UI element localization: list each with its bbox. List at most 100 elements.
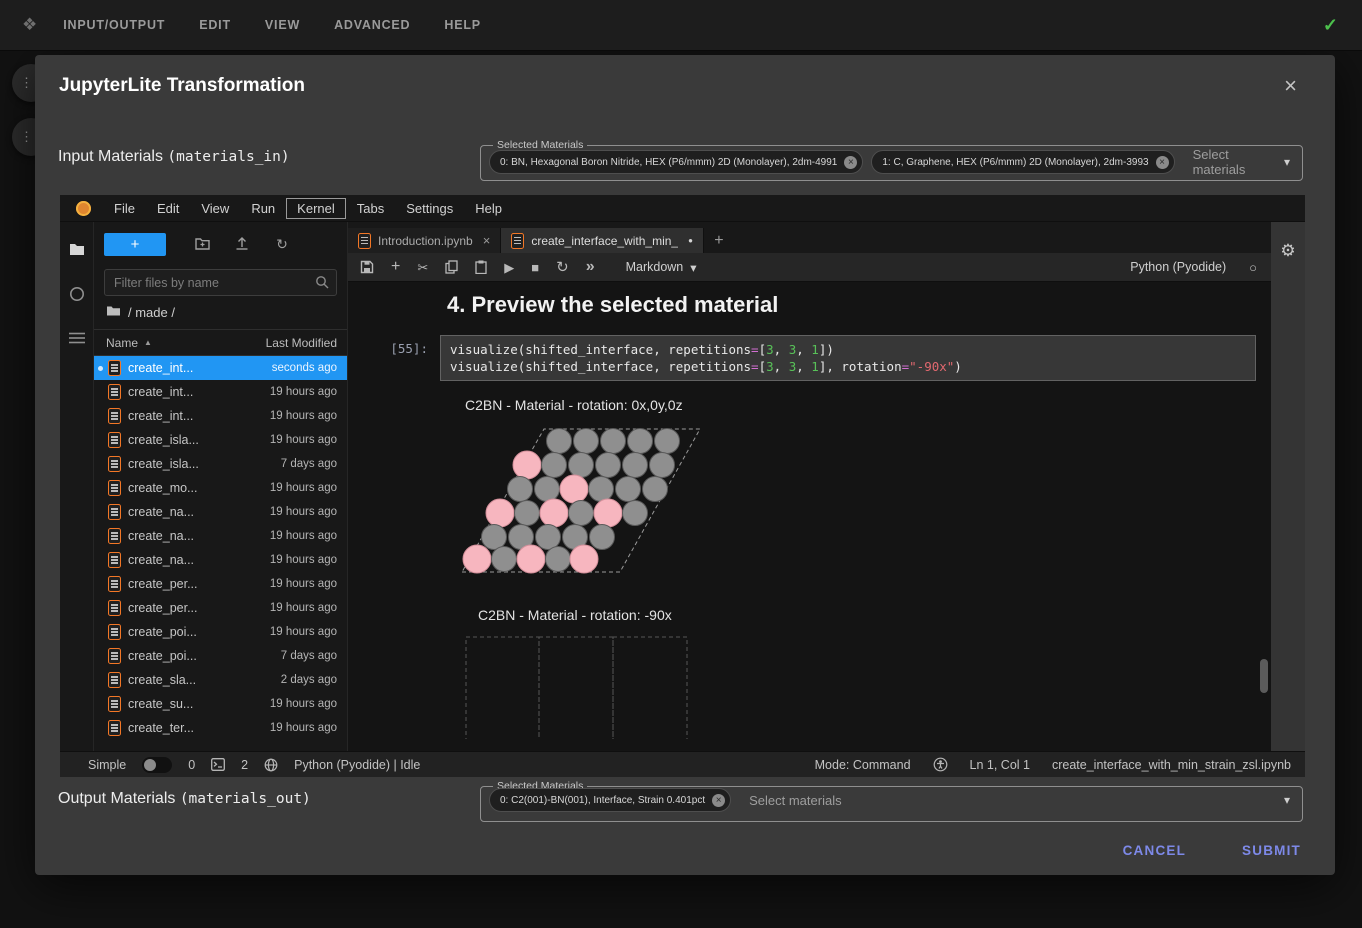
jp-menu-run[interactable]: Run [240,198,286,219]
simple-mode-toggle[interactable] [142,757,172,773]
chip-delete-icon[interactable]: × [712,794,725,807]
atom-gray [623,453,648,478]
chevron-down-icon[interactable]: ▾ [1284,793,1290,807]
file-row[interactable]: create_isla...19 hours ago [94,428,347,452]
home-folder-icon[interactable] [106,305,121,320]
input-materials-select[interactable]: Selected Materials 0: BN, Hexagonal Boro… [480,139,1303,181]
jp-menu-kernel[interactable]: Kernel [286,198,346,219]
paste-cell-icon[interactable] [475,260,487,274]
notebook-file-icon [108,456,121,472]
file-name: create_na... [128,505,263,519]
file-name: create_isla... [128,457,274,471]
file-browser: + ↻ [94,222,348,751]
jp-menu-edit[interactable]: Edit [146,198,190,219]
file-row[interactable]: create_int...19 hours ago [94,404,347,428]
file-row[interactable]: create_per...19 hours ago [94,596,347,620]
table-of-contents-icon[interactable] [69,332,85,344]
file-row[interactable]: create_sla...2 days ago [94,668,347,692]
topbar-menu-advanced[interactable]: ADVANCED [334,18,410,32]
filter-files-input[interactable] [104,269,337,296]
run-cell-icon[interactable]: ▶ [504,261,514,274]
file-row[interactable]: create_na...19 hours ago [94,524,347,548]
jp-menu-tabs[interactable]: Tabs [346,198,395,219]
file-row[interactable]: create_mo...19 hours ago [94,476,347,500]
topbar-menu-view[interactable]: VIEW [265,18,300,32]
column-header-modified[interactable]: Last Modified [266,336,337,350]
output-materials-select[interactable]: Selected Materials 0: C2(001)-BN(001), I… [480,780,1303,822]
close-icon[interactable]: × [1282,73,1299,99]
file-modified: 19 hours ago [270,698,337,710]
file-row[interactable]: create_ter...19 hours ago [94,716,347,740]
scrollbar-thumb[interactable] [1260,659,1268,693]
dialog-footer: CANCEL SUBMIT [1117,842,1307,859]
app-logo-icon[interactable]: ❖ [22,15,37,35]
new-launcher-button[interactable]: + [104,233,166,256]
file-row[interactable]: create_poi...7 days ago [94,644,347,668]
atom-gray [601,429,626,454]
material-chip-label: 0: BN, Hexagonal Boron Nitride, HEX (P6/… [500,157,837,168]
command-mode-label[interactable]: Mode: Command [815,758,911,772]
jp-menu-file[interactable]: File [103,198,146,219]
insert-cell-icon[interactable]: + [391,259,400,275]
material-chip: 0: C2(001)-BN(001), Interface, Strain 0.… [489,788,731,812]
column-header-name[interactable]: Name ▲ [106,336,266,350]
code-cell[interactable]: visualize(shifted_interface, repetitions… [440,335,1256,381]
editor-tab[interactable]: Introduction.ipynb× [348,228,501,253]
editor-tab[interactable]: create_interface_with_min_● [501,228,704,253]
file-browser-icon[interactable] [69,242,85,256]
breadcrumb[interactable]: / made / [94,296,347,329]
atom-gray [628,429,653,454]
file-row[interactable]: create_su...19 hours ago [94,692,347,716]
jp-menu-view[interactable]: View [190,198,240,219]
cursor-position[interactable]: Ln 1, Col 1 [970,758,1030,772]
file-name: create_sla... [128,673,274,687]
jp-menu-help[interactable]: Help [464,198,513,219]
running-kernels-icon[interactable] [69,286,85,302]
file-row[interactable]: create_isla...7 days ago [94,452,347,476]
topbar-menu-help[interactable]: HELP [444,18,481,32]
cancel-button[interactable]: CANCEL [1117,842,1192,859]
new-folder-icon[interactable] [182,237,222,252]
upload-icon[interactable] [222,236,262,252]
file-row[interactable]: create_per...19 hours ago [94,572,347,596]
markdown-heading[interactable]: 4. Preview the selected material [447,292,1271,318]
cut-cell-icon[interactable]: ✂ [417,261,428,274]
refresh-icon[interactable]: ↻ [262,237,302,251]
chip-delete-icon[interactable]: × [1156,156,1169,169]
kernels-count[interactable]: 2 [241,758,248,772]
jp-menu-settings[interactable]: Settings [395,198,464,219]
chevron-down-icon[interactable]: ▾ [1284,155,1290,169]
settings-gear-icon[interactable]: ⚙ [1280,242,1295,259]
restart-run-all-icon[interactable]: » [586,259,595,275]
terminals-count[interactable]: 0 [188,758,195,772]
code-editor[interactable]: visualize(shifted_interface, repetitions… [450,341,1246,375]
unsaved-indicator-dot: ● [688,236,693,245]
topbar-menu-input-output[interactable]: INPUT/OUTPUT [63,18,165,32]
globe-icon [264,758,278,772]
file-name: create_mo... [128,481,263,495]
jupyterlab-panel: FileEditViewRunKernelTabsSettingsHelp [60,195,1305,777]
atom-pink [560,475,588,503]
file-row[interactable]: create_poi...19 hours ago [94,620,347,644]
copy-cell-icon[interactable] [445,260,458,274]
stop-kernel-icon[interactable]: ■ [531,261,539,274]
notebook-file-icon [108,720,121,736]
tab-close-icon[interactable]: × [483,233,491,248]
chevron-down-icon: ▾ [690,260,696,275]
file-row[interactable]: create_na...19 hours ago [94,500,347,524]
accessibility-icon[interactable] [933,757,948,772]
save-icon[interactable] [360,260,374,274]
kernel-status-text[interactable]: Python (Pyodide) | Idle [294,758,420,772]
kernel-name[interactable]: Python (Pyodide) [1130,260,1226,274]
restart-kernel-icon[interactable]: ↻ [556,260,569,275]
notebook-scrollbar[interactable] [1260,284,1268,749]
chip-delete-icon[interactable]: × [844,156,857,169]
topbar-menu-edit[interactable]: EDIT [199,18,231,32]
new-tab-button[interactable]: + [704,228,734,253]
cell-type-dropdown[interactable]: Markdown ▾ [620,259,703,276]
file-row[interactable]: create_int...19 hours ago [94,380,347,404]
file-row[interactable]: create_na...19 hours ago [94,548,347,572]
column-name-label: Name [106,336,138,350]
submit-button[interactable]: SUBMIT [1236,842,1307,859]
file-row[interactable]: create_int...seconds ago [94,356,347,380]
